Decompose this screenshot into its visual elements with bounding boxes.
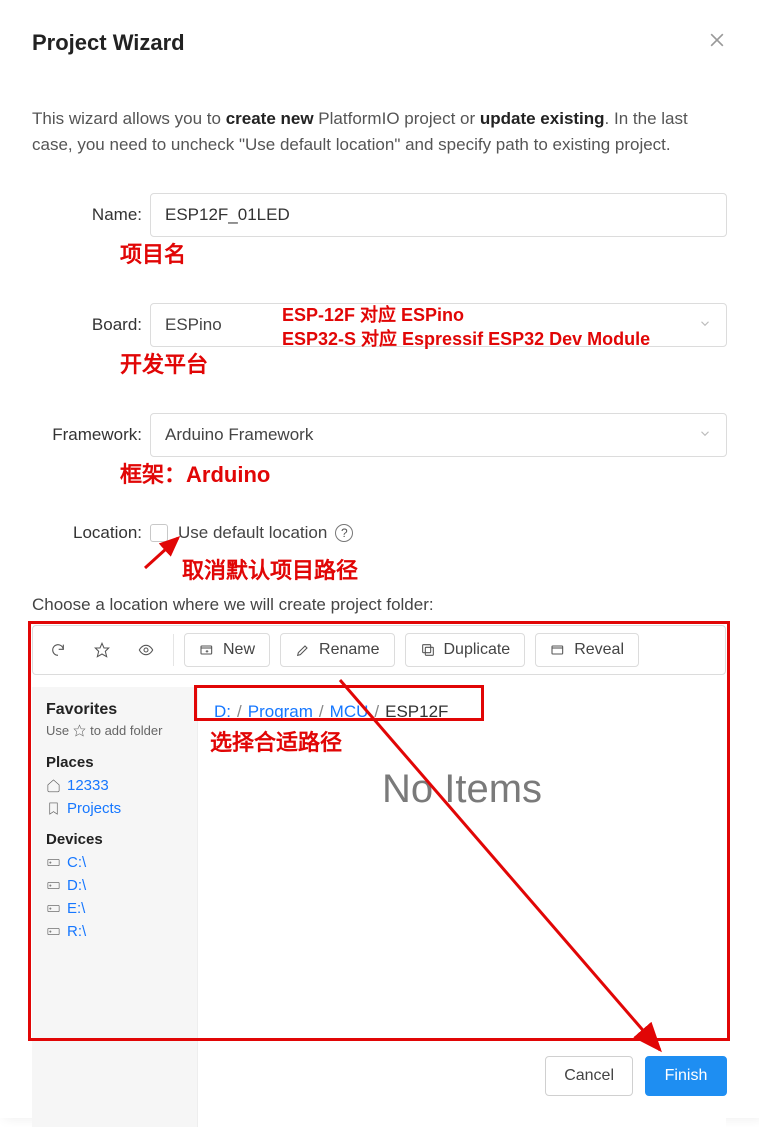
sidebar-item-drive-e[interactable]: E:\ — [46, 900, 183, 917]
framework-label: Framework: — [32, 425, 150, 445]
drive-icon — [46, 924, 61, 939]
sidebar-item-drive-c[interactable]: C:\ — [46, 854, 183, 871]
modal-header: Project Wizard — [32, 30, 727, 56]
row-framework: Framework: Arduino Framework 框架：Arduino — [32, 413, 727, 457]
drive-d-label: D:\ — [67, 877, 86, 894]
intro-bold-create: create new — [226, 109, 314, 128]
bookmark-icon — [46, 801, 61, 816]
breadcrumb-d[interactable]: D: — [214, 702, 231, 722]
row-board: Board: ESPino 开发平台 ESP-12F 对应 ESPino ESP… — [32, 303, 727, 347]
modal-footer: Cancel Finish — [545, 1056, 727, 1096]
board-select[interactable]: ESPino — [150, 303, 727, 347]
name-input[interactable]: ESP12F_01LED — [150, 193, 727, 237]
breadcrumb: D: / Program / MCU / ESP12F — [214, 697, 710, 727]
sidebar-home-label: 12333 — [67, 777, 109, 794]
intro-pre: This wizard allows you to — [32, 109, 226, 128]
annotation-project-name: 项目名 — [120, 237, 186, 269]
annotation-cancel-default: 取消默认项目路径 — [182, 553, 358, 585]
drive-icon — [46, 901, 61, 916]
star-icon — [73, 724, 86, 737]
no-items-text: No Items — [382, 767, 542, 812]
cancel-button-label: Cancel — [564, 1067, 614, 1085]
drive-icon — [46, 878, 61, 893]
name-value: ESP12F_01LED — [165, 205, 290, 225]
breadcrumb-program[interactable]: Program — [248, 702, 313, 722]
rename-button[interactable]: Rename — [280, 633, 394, 667]
intro-mid: PlatformIO project or — [314, 109, 480, 128]
file-browser-wrap: New Rename Duplicate Reveal Favorites — [32, 625, 727, 1127]
choose-location-text: Choose a location where we will create p… — [32, 595, 727, 615]
breadcrumb-mcu[interactable]: MCU — [330, 702, 369, 722]
reveal-button[interactable]: Reveal — [535, 633, 639, 667]
toolbar-separator — [173, 634, 174, 666]
cancel-button[interactable]: Cancel — [545, 1056, 633, 1096]
board-value: ESPino — [165, 315, 222, 335]
sidebar-item-drive-d[interactable]: D:\ — [46, 877, 183, 894]
breadcrumb-current: ESP12F — [385, 702, 448, 722]
intro-text: This wizard allows you to create new Pla… — [32, 106, 727, 159]
drive-icon — [46, 855, 61, 870]
star-icon[interactable] — [85, 633, 119, 667]
annotation-choose-path: 选择合适路径 — [210, 725, 342, 757]
drive-c-label: C:\ — [67, 854, 86, 871]
close-icon[interactable] — [707, 30, 727, 56]
finish-button-label: Finish — [665, 1067, 708, 1085]
favorites-hint: Use to add folder — [46, 723, 183, 738]
new-button-label: New — [223, 641, 255, 659]
sidebar-item-home[interactable]: 12333 — [46, 777, 183, 794]
duplicate-button[interactable]: Duplicate — [405, 633, 526, 667]
duplicate-button-label: Duplicate — [444, 641, 511, 659]
use-default-text: Use default location — [178, 523, 327, 543]
chevron-down-icon — [698, 426, 712, 443]
board-label: Board: — [32, 315, 150, 335]
file-sidebar: Favorites Use to add folder Places 12333… — [32, 687, 198, 1127]
annotation-framework: 框架：Arduino — [120, 457, 270, 489]
modal-title: Project Wizard — [32, 30, 185, 56]
favorites-hint-pre: Use — [46, 723, 69, 738]
new-button[interactable]: New — [184, 633, 270, 667]
help-icon[interactable]: ? — [335, 524, 353, 542]
file-toolbar: New Rename Duplicate Reveal — [32, 625, 726, 675]
use-default-checkbox[interactable] — [150, 524, 168, 542]
intro-bold-update: update existing — [480, 109, 605, 128]
breadcrumb-sep: / — [237, 702, 242, 722]
favorites-header: Favorites — [46, 701, 183, 719]
file-browser: New Rename Duplicate Reveal Favorites — [32, 625, 726, 1127]
row-name: Name: ESP12F_01LED 项目名 — [32, 193, 727, 237]
framework-value: Arduino Framework — [165, 425, 313, 445]
finish-button[interactable]: Finish — [645, 1056, 727, 1096]
devices-header: Devices — [46, 831, 183, 848]
project-wizard-modal: Project Wizard This wizard allows you to… — [0, 0, 759, 1118]
home-icon — [46, 778, 61, 793]
chevron-down-icon — [698, 316, 712, 333]
refresh-icon[interactable] — [41, 633, 75, 667]
drive-r-label: R:\ — [67, 923, 86, 940]
breadcrumb-sep: / — [319, 702, 324, 722]
rename-button-label: Rename — [319, 641, 379, 659]
favorites-hint-post: to add folder — [90, 723, 162, 738]
reveal-button-label: Reveal — [574, 641, 624, 659]
framework-select[interactable]: Arduino Framework — [150, 413, 727, 457]
sidebar-projects-label: Projects — [67, 800, 121, 817]
row-location: Location: Use default location ? 取消默认项目路… — [32, 523, 727, 543]
sidebar-item-projects[interactable]: Projects — [46, 800, 183, 817]
places-header: Places — [46, 754, 183, 771]
annotation-board: 开发平台 — [120, 347, 208, 379]
sidebar-item-drive-r[interactable]: R:\ — [46, 923, 183, 940]
name-label: Name: — [32, 205, 150, 225]
eye-icon[interactable] — [129, 633, 163, 667]
location-label: Location: — [32, 523, 150, 543]
drive-e-label: E:\ — [67, 900, 85, 917]
breadcrumb-sep: / — [374, 702, 379, 722]
